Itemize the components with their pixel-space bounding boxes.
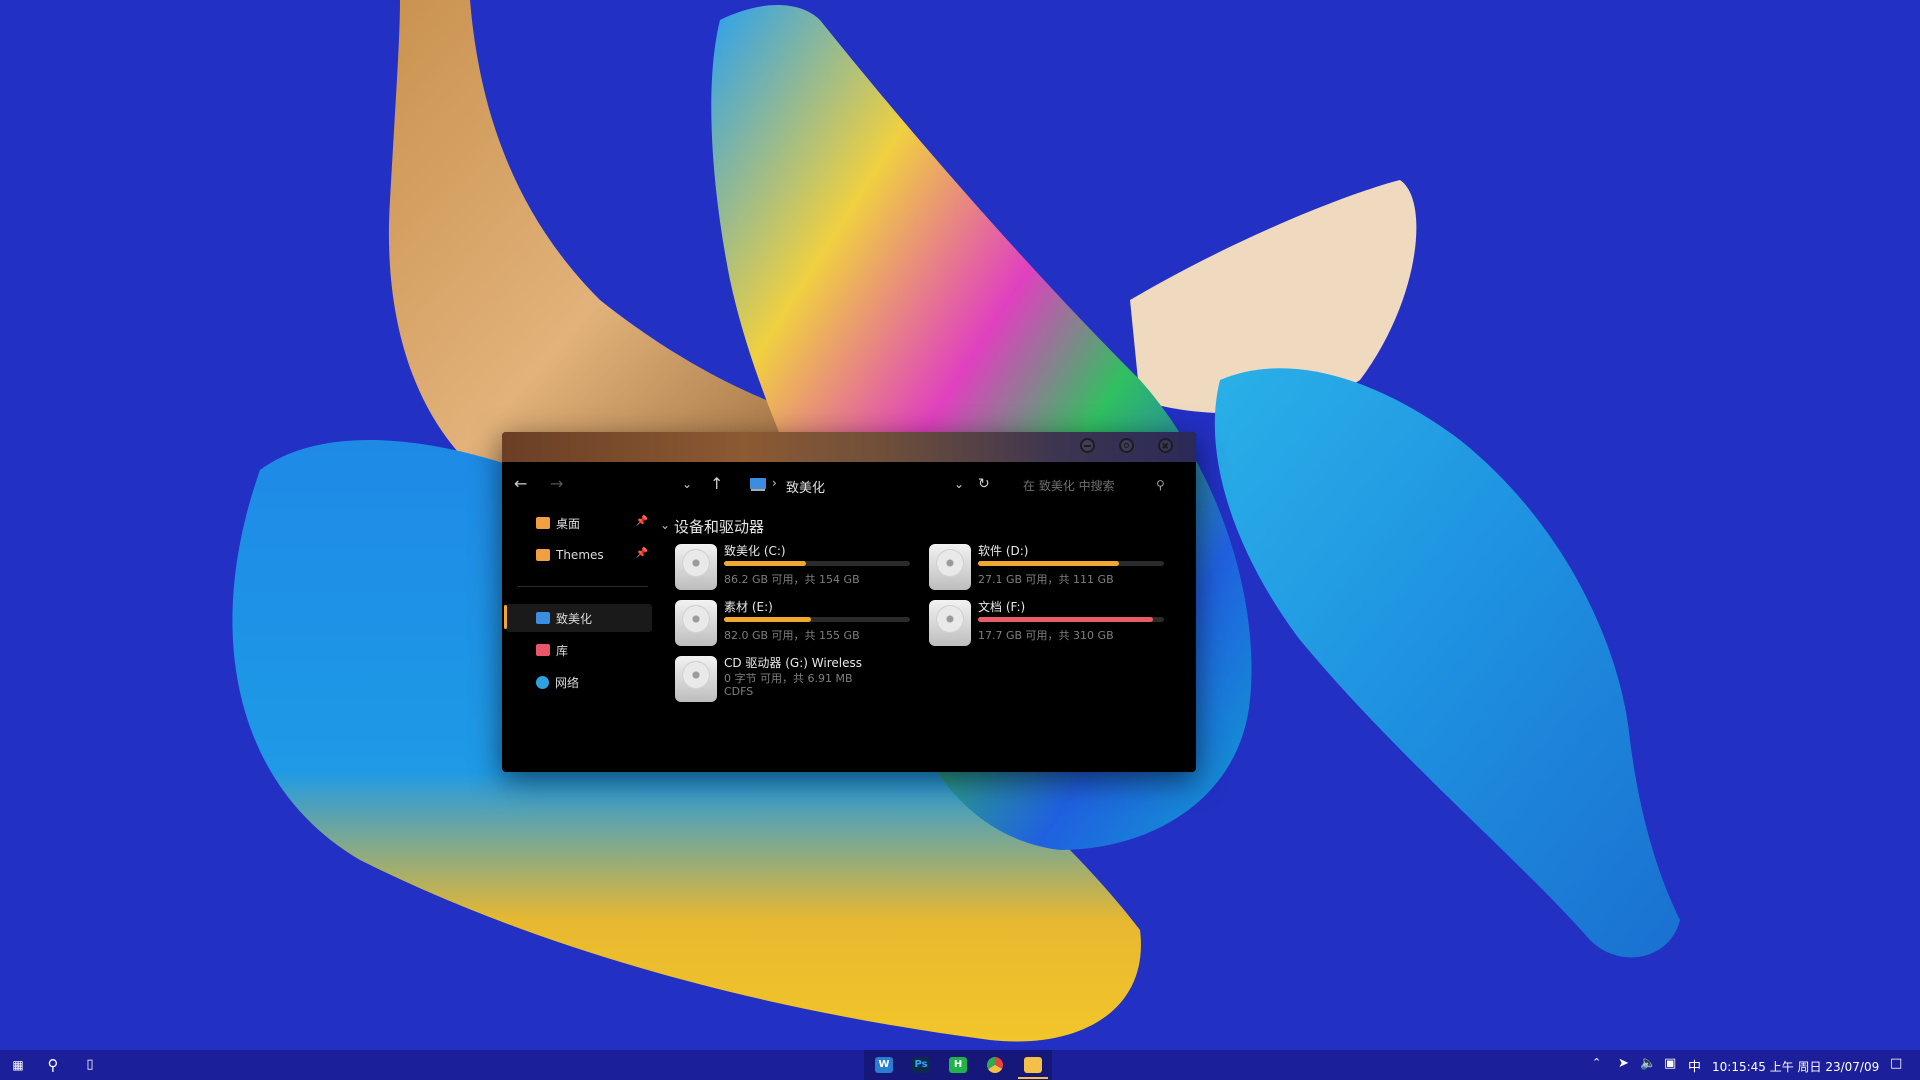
collapse-chevron-icon[interactable]: ⌄ xyxy=(660,518,670,532)
file-explorer-app-icon[interactable] xyxy=(1024,1057,1042,1073)
pin-icon[interactable]: 📌 xyxy=(636,548,648,559)
hard-drive-icon xyxy=(675,544,717,590)
capacity-bar xyxy=(978,617,1164,622)
taskbar: ▦ ⚲ ▯ W Ps H ⌃ ➤ 🔈 ▣ 中 10:15:45 上午 周日 23… xyxy=(0,1050,1920,1080)
title-bar[interactable] xyxy=(502,432,1196,462)
maximize-button[interactable] xyxy=(1119,438,1134,453)
drive-info: 86.2 GB 可用，共 154 GB xyxy=(724,573,860,586)
minimize-button[interactable] xyxy=(1080,438,1095,453)
back-arrow-icon[interactable]: ← xyxy=(514,476,527,492)
address-location[interactable]: 致美化 xyxy=(786,477,825,496)
drive-item[interactable]: 素材 (E:) 82.0 GB 可用，共 155 GB xyxy=(675,598,925,650)
active-app-indicator xyxy=(1018,1077,1048,1079)
chrome-app-icon[interactable] xyxy=(987,1057,1003,1073)
sidebar-item-this-pc[interactable]: 致美化 xyxy=(506,604,652,632)
network-icon[interactable]: ▣ xyxy=(1664,1056,1676,1071)
search-icon[interactable]: ⚲ xyxy=(1156,477,1165,493)
drive-name: 文档 (F:) xyxy=(978,600,1026,614)
computer-icon xyxy=(750,478,766,489)
sidebar-item-desktop[interactable]: 桌面 📌 xyxy=(506,509,652,537)
forward-arrow-icon[interactable]: → xyxy=(550,476,563,492)
hard-drive-icon xyxy=(929,600,971,646)
drive-info: 17.7 GB 可用，共 310 GB xyxy=(978,629,1114,642)
photoshop-app-icon[interactable]: Ps xyxy=(912,1057,930,1073)
drive-info: 0 字节 可用，共 6.91 MB xyxy=(724,672,853,685)
selection-indicator xyxy=(504,605,507,629)
hard-drive-icon xyxy=(675,600,717,646)
sidebar-item-label: 网络 xyxy=(555,675,580,690)
recent-locations-chevron-icon[interactable]: ⌄ xyxy=(682,476,692,492)
group-header[interactable]: 设备和驱动器 xyxy=(674,516,764,537)
show-hidden-icons-chevron-icon[interactable]: ⌃ xyxy=(1592,1056,1601,1069)
clock[interactable]: 10:15:45 上午 周日 23/07/09 xyxy=(1712,1058,1879,1075)
pin-icon[interactable]: 📌 xyxy=(636,516,648,527)
drive-item[interactable]: 致美化 (C:) 86.2 GB 可用，共 154 GB xyxy=(675,542,925,594)
up-arrow-icon[interactable]: ↑ xyxy=(710,476,723,492)
hbuilder-app-icon[interactable]: H xyxy=(949,1057,967,1073)
drive-filesystem: CDFS xyxy=(724,685,754,698)
drive-info: 27.1 GB 可用，共 111 GB xyxy=(978,573,1114,586)
telegram-tray-icon[interactable]: ➤ xyxy=(1618,1056,1629,1071)
sidebar-item-label: 桌面 xyxy=(556,516,581,531)
search-placeholder[interactable]: 在 致美化 中搜索 xyxy=(1023,477,1115,494)
sidebar-item-label: 库 xyxy=(556,643,569,658)
address-bar[interactable] xyxy=(748,470,964,498)
refresh-icon[interactable]: ↻ xyxy=(978,476,990,492)
drive-item[interactable]: 文档 (F:) 17.7 GB 可用，共 310 GB xyxy=(929,598,1179,650)
breadcrumb-separator-icon: › xyxy=(772,476,777,490)
volume-icon[interactable]: 🔈 xyxy=(1640,1056,1656,1071)
capacity-bar xyxy=(978,561,1164,566)
hard-drive-icon xyxy=(929,544,971,590)
search-icon[interactable]: ⚲ xyxy=(43,1055,63,1075)
start-menu-icon[interactable]: ▦ xyxy=(8,1055,28,1075)
folder-icon xyxy=(536,517,550,529)
drive-item[interactable]: CD 驱动器 (G:) Wireless 0 字节 可用，共 6.91 MB C… xyxy=(675,654,925,704)
ime-indicator[interactable]: 中 xyxy=(1688,1056,1701,1075)
capacity-bar xyxy=(724,561,910,566)
folder-icon xyxy=(536,549,550,561)
task-view-icon[interactable]: ▯ xyxy=(80,1055,100,1075)
word-app-icon[interactable]: W xyxy=(875,1057,893,1073)
network-icon xyxy=(536,675,549,689)
sidebar-item-themes[interactable]: Themes 📌 xyxy=(506,541,652,569)
address-dropdown-chevron-icon[interactable]: ⌄ xyxy=(954,476,964,492)
desktop: ← → ⌄ ↑ › 致美化 ⌄ ↻ 在 致美化 中搜索 ⚲ 桌面 📌 Theme… xyxy=(0,0,1920,1080)
drive-info: 82.0 GB 可用，共 155 GB xyxy=(724,629,860,642)
library-icon xyxy=(536,644,550,656)
sidebar-divider xyxy=(518,586,648,587)
cd-drive-icon xyxy=(675,656,717,702)
capacity-bar xyxy=(724,617,910,622)
sidebar-item-label: 致美化 xyxy=(556,611,593,626)
computer-icon xyxy=(536,612,550,624)
sidebar-item-label: Themes xyxy=(556,548,604,562)
close-button[interactable] xyxy=(1154,434,1177,457)
sidebar-item-network[interactable]: 网络 xyxy=(506,668,652,696)
drive-name: 素材 (E:) xyxy=(724,600,773,614)
drive-name: 致美化 (C:) xyxy=(724,544,786,558)
drive-name: CD 驱动器 (G:) Wireless xyxy=(724,656,862,670)
drive-item[interactable]: 软件 (D:) 27.1 GB 可用，共 111 GB xyxy=(929,542,1179,594)
sidebar-item-library[interactable]: 库 xyxy=(506,636,652,664)
drive-name: 软件 (D:) xyxy=(978,544,1029,558)
notification-center-icon[interactable]: □ xyxy=(1890,1056,1902,1071)
